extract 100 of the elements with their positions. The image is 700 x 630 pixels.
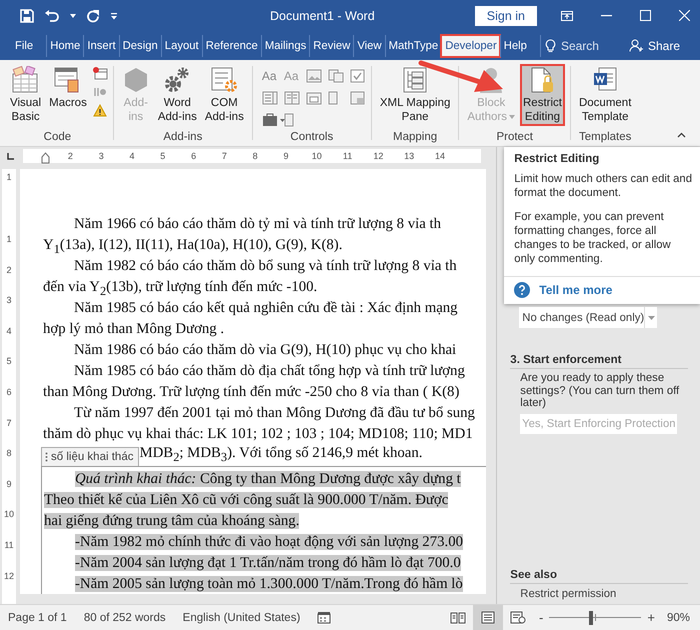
document-text: -Năm 1982 mỏ chính thức đi vào hoạt động với sản lượng 273.00 — [75, 534, 463, 550]
collapse-ribbon-icon[interactable] — [677, 132, 686, 138]
ribbon-tab[interactable]: Developer — [441, 34, 500, 56]
restrict-permission-link[interactable]: Restrict permission — [520, 588, 700, 600]
ribbon-tab[interactable]: File — [12, 34, 36, 56]
ruler-number: 7 — [6, 416, 12, 430]
record-macro-icon[interactable] — [92, 66, 108, 80]
section-heading: See also — [510, 569, 688, 584]
section-heading: 3. Start enforcement — [510, 354, 688, 369]
ruler-number: 5 — [159, 151, 166, 161]
document-text: MDB$_{2}$; MDB$_{3}$). Với tổng số 2146,9 mét khoan. — [139, 444, 422, 466]
toolbox-icon[interactable] — [262, 113, 286, 127]
page-count[interactable]: Page 1 of 1 — [8, 612, 67, 624]
date-picker-icon[interactable] — [306, 91, 322, 105]
ribbon-tab[interactable]: View — [353, 34, 385, 56]
document-text: -Năm 2005 sản lượng toàn mỏ 1.300.000 T/năm.Trong đó hầm lò — [75, 576, 463, 592]
combo-box-icon[interactable] — [262, 91, 278, 105]
ruler-number: 10 — [4, 508, 14, 522]
ruler-number: 12 — [4, 570, 14, 583]
document-text: Từ năm 1997 đến 2001 tại mỏ than Mông Dương đã đầu tư bổ sung — [74, 405, 475, 421]
document-text: -Năm 2004 sản lượng đạt 1 Tr.tấn/năm trong đó hầm lò đạt 700.0 — [75, 555, 461, 571]
design-mode-icon[interactable] — [328, 91, 338, 105]
section-text: Are you ready to apply these settings? (You can turn them off later) — [520, 372, 680, 410]
dropdown-caret-icon — [648, 316, 655, 320]
ribbon-tab[interactable]: Mailings — [260, 34, 310, 56]
tree-list-icon — [401, 66, 430, 94]
group-label: Templates — [578, 131, 632, 143]
drop-down-list-icon[interactable] — [284, 91, 300, 105]
document-template-button[interactable]: Document Template — [576, 64, 634, 126]
grip-icon — [45, 452, 48, 462]
document-text: Năm 1982 có báo cáo thăm dò bổ sung và tính trữ lượng 8 vỉa th — [74, 258, 457, 274]
search-box[interactable]: Search — [540, 34, 603, 56]
list-gear-icon — [210, 66, 238, 94]
language-indicator[interactable]: English (United States) — [182, 612, 300, 624]
group-label: Mapping — [393, 131, 438, 143]
ruler-number: 14 — [434, 151, 446, 161]
ribbon-tab[interactable]: Review — [309, 34, 354, 56]
word-count[interactable]: 80 of 252 words — [84, 612, 166, 624]
group-label: Code — [44, 131, 72, 143]
content-control[interactable] — [41, 466, 486, 594]
ruler-number: 2 — [6, 264, 12, 277]
zoom-out-button[interactable]: - — [539, 610, 544, 625]
macro-recording-icon[interactable] — [317, 611, 332, 624]
save-icon[interactable] — [20, 8, 34, 22]
content-control-tag[interactable]: số liệu khai thác — [41, 447, 140, 466]
ruler-number: 9 — [282, 151, 290, 161]
picture-control-icon[interactable] — [306, 69, 322, 83]
document-text: đến vỉa Y$_{2}$(13b), trữ lượng tính đến mức -100. — [43, 279, 318, 295]
group-label: Add-ins — [163, 131, 202, 143]
maximize-icon[interactable] — [640, 10, 651, 21]
add-ins-button[interactable]: Word Add-ins — [154, 64, 200, 126]
macros-button[interactable]: Macros — [46, 64, 90, 126]
ribbon-tab[interactable]: Reference — [202, 34, 261, 56]
minimize-icon[interactable] — [601, 14, 612, 16]
legacy-tools-icon[interactable] — [350, 91, 366, 105]
ruler-number: 9 — [6, 478, 12, 491]
building-block-icon[interactable] — [328, 69, 344, 83]
sign-in-button[interactable]: Sign in — [474, 6, 537, 26]
ruler-number: 3 — [6, 294, 12, 308]
share-button[interactable]: Share — [628, 31, 680, 60]
zoom-slider-thumb[interactable] — [588, 610, 593, 624]
print-layout-icon[interactable] — [473, 605, 504, 630]
tab-selector-icon[interactable] — [6, 152, 15, 160]
ribbon-display-icon[interactable] — [561, 10, 573, 20]
ribbon-tab[interactable]: Help — [500, 34, 530, 56]
customize-toolbar-icon[interactable] — [110, 12, 118, 20]
document-text: Năm 1966 có báo cáo thăm dò tỷ mỉ và tính trữ lượng 8 vỉa th — [74, 216, 442, 232]
ribbon-tab[interactable]: Home — [46, 34, 84, 56]
visual-basic-button[interactable]: Visual Basic — [7, 64, 44, 126]
add-ins-button[interactable]: COM Add-ins — [202, 64, 247, 126]
ribbon-tab[interactable]: Insert — [83, 34, 119, 56]
help-icon — [514, 282, 530, 298]
editing-restriction-dropdown[interactable]: No changes (Read only) — [519, 307, 658, 328]
close-icon[interactable] — [679, 10, 690, 21]
ruler-number: 11 — [342, 151, 354, 161]
restrict-editing-button[interactable]: Restrict Editing — [520, 64, 565, 126]
window-title: Document1 - Word — [270, 8, 376, 22]
redo-icon[interactable] — [86, 8, 100, 22]
xml-mapping-pane-button[interactable]: XML Mapping Pane — [376, 64, 454, 126]
tell-me-more-link[interactable]: Tell me more — [539, 283, 612, 297]
ruler-number: 11 — [4, 538, 14, 552]
ruler-number: 8 — [6, 447, 12, 460]
properties-icon[interactable] — [284, 113, 294, 127]
document-text: Năm 1985 có báo cáo kết quả nghiên cứu đề tài : Xác định mạng — [74, 300, 458, 316]
document-text: Năm 1985 có báo cáo thăm dò địa chất tổng hợp và tính trữ lượng — [74, 363, 465, 379]
document-text: Theo thiết kế của Liên Xô cũ với công suất là 900.000 T/năm. Được — [44, 492, 448, 508]
caret-icon — [509, 114, 515, 119]
zoom-slider[interactable] — [549, 610, 642, 624]
undo-icon[interactable] — [44, 8, 60, 22]
ribbon-tab[interactable]: Design — [118, 34, 161, 56]
ruler-number: 13 — [403, 151, 416, 161]
zoom-in-button[interactable]: + — [647, 610, 655, 625]
tooltip-text: Limit how much others can edit and format the document. — [514, 172, 692, 200]
zoom-level[interactable]: 90% — [666, 612, 690, 624]
document-text: Năm 1986 có báo cáo thăm dò vỉa G(9), H(10) phục vụ cho khai — [74, 342, 456, 358]
checkbox-control-icon[interactable] — [350, 69, 366, 83]
document-text: thăm dò phục vụ khai thác: LK 101; 102 ; 103 ; 104; MD108; 110; MD1 — [43, 426, 473, 442]
caret-icon[interactable] — [70, 14, 76, 18]
ribbon-tab[interactable]: Layout — [160, 34, 202, 56]
warning-icon[interactable] — [92, 104, 107, 117]
